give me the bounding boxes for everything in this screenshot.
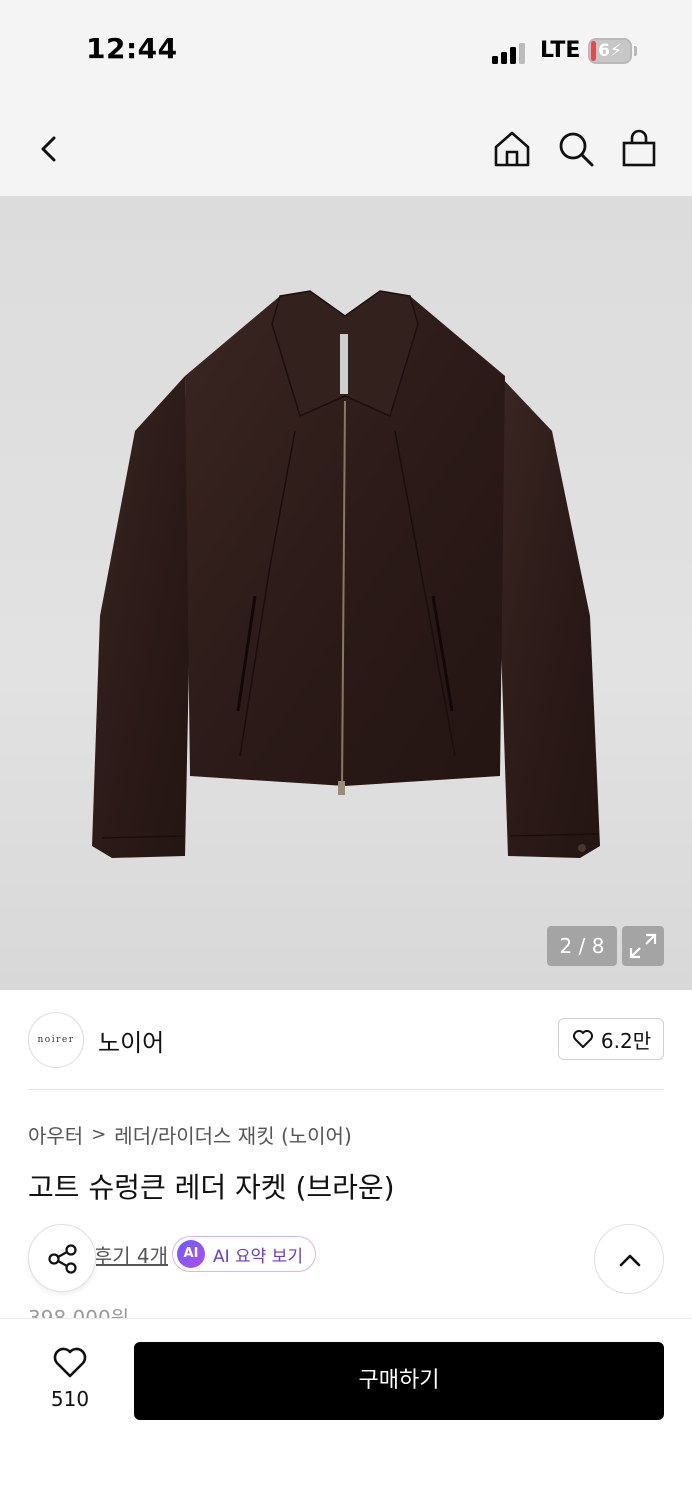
home-icon[interactable] xyxy=(491,128,533,170)
breadcrumb-category[interactable]: 아우터 xyxy=(28,1120,83,1149)
wish-button[interactable]: 510 xyxy=(40,1345,100,1411)
battery-tip xyxy=(634,46,637,56)
scroll-top-button[interactable] xyxy=(594,1224,664,1294)
brand-logo[interactable]: noirer xyxy=(28,1012,84,1068)
review-row: 후기 4개 AI AI 요약 보기 xyxy=(28,1224,664,1294)
battery-icon: 6⚡ xyxy=(588,38,632,64)
review-link[interactable]: 후기 4개 xyxy=(96,1240,168,1269)
network-label: LTE xyxy=(540,38,581,63)
brand-row: noirer 노이어 6.2만 xyxy=(0,990,692,1090)
product-image-gallery[interactable] xyxy=(0,196,692,990)
top-nav-bar xyxy=(0,100,692,196)
brand-like-button[interactable]: 6.2만 xyxy=(558,1018,664,1060)
leather-jacket-image xyxy=(92,290,600,858)
ai-summary-button[interactable]: AI AI 요약 보기 xyxy=(172,1236,317,1272)
status-bar: 12:44 LTE 6⚡ xyxy=(0,0,692,100)
image-counter: 2 / 8 xyxy=(547,926,617,966)
breadcrumb-subcategory[interactable]: 레더/라이더스 재킷 (노이어) xyxy=(114,1120,351,1149)
back-icon[interactable] xyxy=(28,128,70,170)
brand-name[interactable]: 노이어 xyxy=(98,1023,164,1058)
breadcrumb-separator: > xyxy=(91,1124,107,1145)
wish-count: 510 xyxy=(50,1387,90,1411)
signal-icon xyxy=(492,42,528,64)
buy-button[interactable]: 구매하기 xyxy=(134,1342,664,1420)
breadcrumb: 아우터 > 레더/라이더스 재킷 (노이어) xyxy=(28,1120,352,1149)
bottom-action-bar: 510 구매하기 xyxy=(0,1318,692,1500)
expand-icon[interactable] xyxy=(622,926,664,966)
heart-icon xyxy=(572,1030,593,1048)
shopping-bag-icon[interactable] xyxy=(618,128,660,170)
share-button[interactable] xyxy=(28,1224,96,1292)
share-icon xyxy=(48,1244,77,1274)
ai-summary-label: AI 요약 보기 xyxy=(213,1246,304,1267)
search-icon[interactable] xyxy=(555,128,597,170)
brand-like-count: 6.2만 xyxy=(600,1028,652,1053)
ai-badge: AI xyxy=(177,1240,205,1268)
chevron-up-icon xyxy=(619,1254,641,1267)
battery-level: 6⚡ xyxy=(598,41,622,61)
heart-icon xyxy=(53,1347,87,1378)
status-time: 12:44 xyxy=(86,32,178,65)
product-title: 고트 슈렁큰 레더 자켓 (브라운) xyxy=(28,1171,395,1204)
divider xyxy=(28,1089,664,1090)
